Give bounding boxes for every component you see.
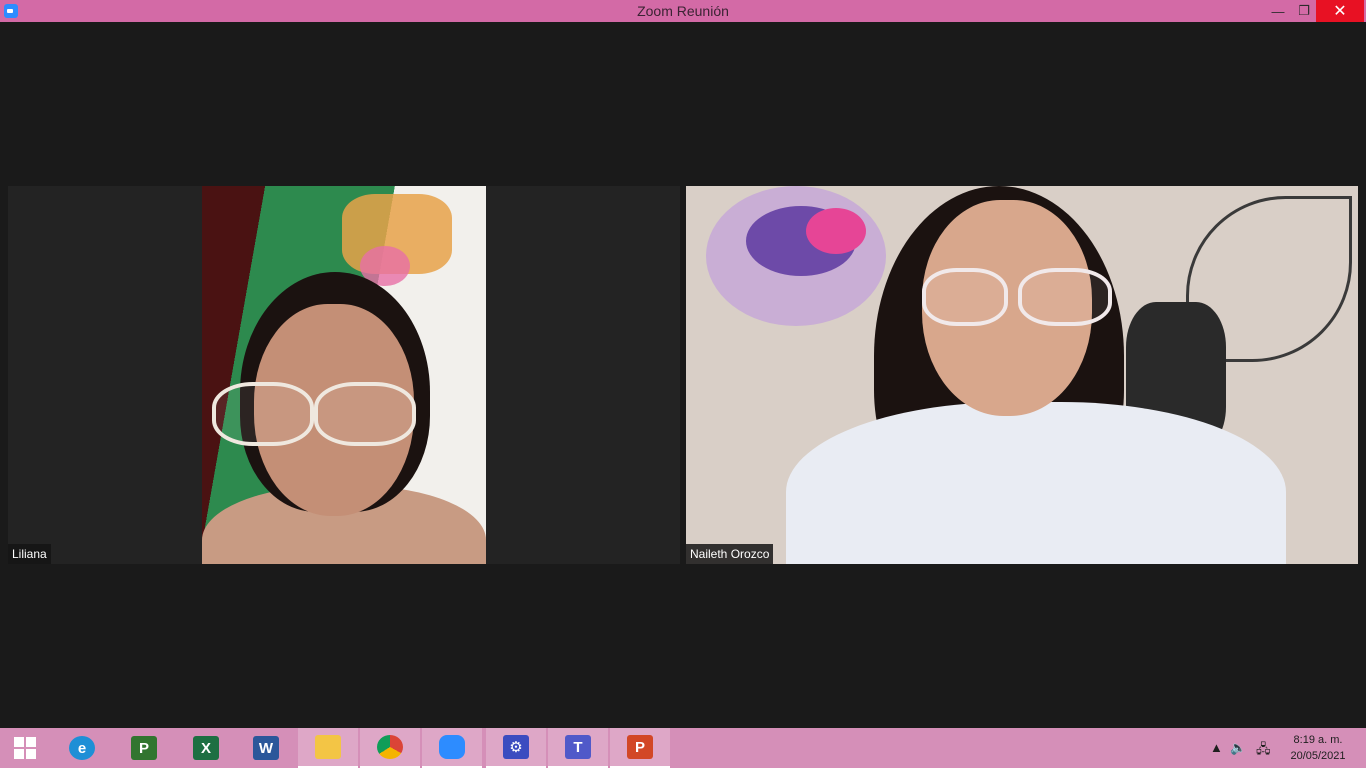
glasses <box>1018 268 1112 326</box>
participant-video <box>686 186 1358 564</box>
teams-icon: T <box>565 735 591 759</box>
window-title: Zoom Reunión <box>637 3 729 19</box>
taskbar-project[interactable]: P <box>114 728 174 768</box>
clock-time[interactable]: 8:19 a. m. <box>1278 734 1358 746</box>
taskbar-powerpoint[interactable]: P <box>610 728 670 768</box>
powerpoint-icon: P <box>627 735 653 759</box>
taskbar-zoom[interactable] <box>422 728 482 768</box>
settings-icon: ⚙ <box>503 735 529 759</box>
glasses <box>314 382 416 446</box>
internet-explorer-icon: e <box>69 736 95 760</box>
taskbar-teams[interactable]: T <box>548 728 608 768</box>
meeting-gallery: Liliana Naileth Orozco <box>0 22 1366 728</box>
wall-flower <box>806 208 866 254</box>
glasses <box>212 382 314 446</box>
excel-icon: X <box>193 736 219 760</box>
participant-tile-naileth[interactable]: Naileth Orozco <box>686 186 1358 564</box>
taskbar-internet-explorer[interactable]: e <box>52 728 112 768</box>
word-icon: W <box>253 736 279 760</box>
project-icon: P <box>131 736 157 760</box>
show-hidden-icons-chevron-up-icon[interactable]: ▲ <box>1210 740 1223 755</box>
maximize-button[interactable]: ❐ <box>1290 0 1318 22</box>
volume-icon[interactable]: 🔈 <box>1230 740 1246 756</box>
file-explorer-icon <box>315 735 341 759</box>
taskbar-excel[interactable]: X <box>176 728 236 768</box>
taskbar-settings[interactable]: ⚙ <box>486 728 546 768</box>
close-button[interactable]: ✕ <box>1316 0 1364 22</box>
participant-video <box>202 186 486 564</box>
windows-logo-icon <box>14 737 36 759</box>
start-button[interactable] <box>0 728 50 768</box>
participant-name-tag: Liliana <box>8 544 51 564</box>
windows-taskbar: e P X W ⚙ T P ▲ 🔈 🖧 8:19 a. m. 20/05/202… <box>0 728 1366 768</box>
chrome-icon <box>377 735 403 759</box>
person-body <box>786 402 1286 564</box>
participant-name-tag: Naileth Orozco <box>686 544 774 564</box>
participant-tile-liliana[interactable]: Liliana <box>8 186 680 564</box>
taskbar-word[interactable]: W <box>236 728 296 768</box>
title-bar: Zoom Reunión — ❐ ✕ <box>0 0 1366 22</box>
taskbar-file-explorer[interactable] <box>298 728 358 768</box>
taskbar-chrome[interactable] <box>360 728 420 768</box>
glasses <box>922 268 1008 326</box>
minimize-button[interactable]: — <box>1264 0 1292 22</box>
clock-date[interactable]: 20/05/2021 <box>1278 750 1358 762</box>
zoom-icon <box>439 735 465 759</box>
network-icon[interactable]: 🖧 <box>1256 740 1271 762</box>
